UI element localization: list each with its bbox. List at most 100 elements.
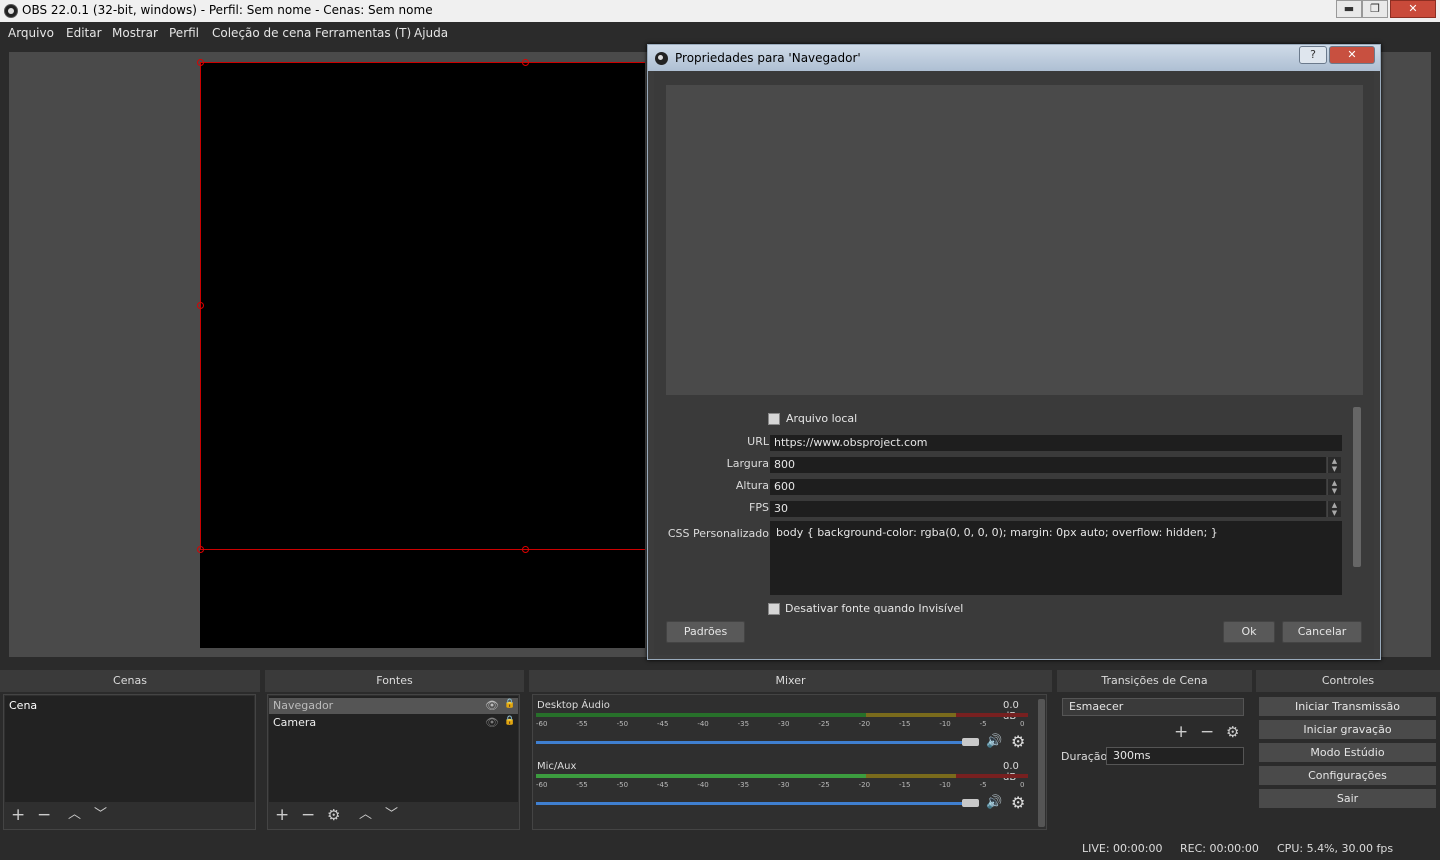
scale-tick-label: -15 — [899, 720, 911, 728]
start-streaming-button[interactable]: Iniciar Transmissão — [1259, 697, 1436, 716]
studio-mode-button[interactable]: Modo Estúdio — [1259, 743, 1436, 762]
remove-icon[interactable]: − — [1200, 724, 1214, 741]
menu-ajuda[interactable]: Ajuda — [414, 26, 448, 40]
sources-dock-title: Fontes — [265, 670, 524, 692]
menu-bar: Arquivo Editar Mostrar Perfil Coleção de… — [0, 22, 1440, 44]
speaker-icon[interactable]: 🔊 — [986, 734, 1002, 749]
eye-hidden-icon[interactable]: 👁 — [485, 716, 499, 729]
local-file-checkbox[interactable] — [768, 413, 780, 425]
eye-icon[interactable]: 👁 — [485, 699, 499, 712]
mixer-scrollbar[interactable] — [1038, 699, 1045, 827]
resize-handle[interactable] — [522, 59, 529, 66]
gear-icon[interactable]: ⚙ — [327, 807, 340, 823]
help-button[interactable]: ? — [1299, 46, 1327, 64]
move-up-icon[interactable]: ︿ — [359, 807, 372, 823]
maximize-button[interactable]: ❐ — [1362, 0, 1388, 18]
menu-ferramentas[interactable]: Ferramentas (T) — [315, 26, 411, 40]
scale-tick-label: -25 — [818, 781, 830, 789]
scale-tick-label: -50 — [616, 781, 629, 789]
cancel-button[interactable]: Cancelar — [1282, 621, 1362, 643]
track-name: Mic/Aux — [537, 761, 577, 772]
scale-tick-label: -50 — [616, 720, 629, 728]
sources-list: Navegador 👁 🔒 Camera 👁 🔒 — [269, 696, 518, 802]
scale-tick-label: -40 — [697, 720, 709, 728]
height-spinner[interactable]: ▲ ▼ — [1327, 479, 1341, 495]
list-item[interactable]: Navegador — [269, 698, 518, 714]
menu-perfil[interactable]: Perfil — [169, 26, 199, 40]
menu-arquivo[interactable]: Arquivo — [8, 26, 54, 40]
width-spinner[interactable]: ▲ ▼ — [1327, 457, 1341, 473]
settings-button[interactable]: Configurações — [1259, 766, 1436, 785]
url-field[interactable]: https://www.obsproject.com — [770, 435, 1342, 451]
speaker-icon[interactable]: 🔊 — [986, 795, 1002, 810]
live-status: LIVE: 00:00:00 — [1082, 842, 1163, 855]
menu-editar[interactable]: Editar — [66, 26, 102, 40]
scale-tick-label: 0 — [1020, 781, 1025, 789]
height-field[interactable]: 600 — [770, 479, 1326, 495]
shutdown-invisible-checkbox[interactable] — [768, 603, 780, 615]
volume-slider-knob[interactable] — [962, 738, 979, 746]
scale-tick-label: -30 — [778, 781, 790, 789]
remove-icon[interactable]: − — [37, 807, 51, 824]
width-field[interactable]: 800 — [770, 457, 1326, 473]
controls-dock-title: Controles — [1256, 670, 1440, 692]
fps-label: FPS — [749, 501, 769, 514]
obs-logo-icon — [4, 4, 18, 18]
mixer-dock-title: Mixer — [529, 670, 1052, 692]
scale-tick-label: -25 — [818, 720, 830, 728]
transitions-dock-title: Transições de Cena — [1057, 670, 1252, 692]
gear-icon[interactable]: ⚙ — [1226, 724, 1239, 740]
gear-icon[interactable]: ⚙ — [1011, 793, 1025, 812]
meter-scale: -60 -55 -50 -45 -40 -35 -30 -25 -20 -15 -10 -5 0 — [536, 720, 1028, 730]
resize-handle[interactable] — [522, 546, 529, 553]
custom-css-textarea[interactable]: body { background-color: rgba(0, 0, 0, 0… — [770, 521, 1342, 595]
ok-button[interactable]: Ok — [1223, 621, 1275, 643]
window-title: OBS 22.0.1 (32-bit, windows) - Perfil: S… — [22, 3, 433, 17]
duration-field[interactable]: 300ms — [1106, 747, 1244, 765]
volume-slider[interactable] — [536, 741, 966, 744]
scale-tick-label: -15 — [899, 781, 911, 789]
lock-icon[interactable]: 🔒 — [504, 716, 515, 726]
volume-slider-knob[interactable] — [962, 799, 979, 807]
defaults-button[interactable]: Padrões — [666, 621, 745, 643]
resize-handle[interactable] — [197, 546, 204, 553]
add-icon[interactable]: + — [11, 807, 25, 824]
gear-icon[interactable]: ⚙ — [1011, 732, 1025, 751]
source-selection-box[interactable] — [200, 62, 645, 550]
add-icon[interactable]: + — [1174, 724, 1188, 741]
menu-mostrar[interactable]: Mostrar — [112, 26, 158, 40]
move-up-icon[interactable]: ︿ — [68, 807, 81, 823]
track-level: 0.0 dB — [1003, 700, 1019, 722]
resize-handle[interactable] — [197, 302, 204, 309]
scenes-dock-title: Cenas — [0, 670, 260, 692]
close-button[interactable]: ✕ — [1390, 0, 1436, 18]
scale-tick-label: -30 — [778, 720, 790, 728]
start-recording-button[interactable]: Iniciar gravação — [1259, 720, 1436, 739]
scale-tick-label: -45 — [657, 781, 669, 789]
properties-dialog: Propriedades para 'Navegador' ? ✕ Arquiv… — [647, 44, 1381, 660]
scale-tick-label: -20 — [858, 720, 871, 728]
list-item[interactable]: Cena — [5, 698, 254, 714]
sources-dock: Navegador 👁 🔒 Camera 👁 🔒 + − ⚙ ︿ ﹀ — [267, 694, 520, 830]
properties-scrollbar[interactable] — [1353, 407, 1361, 567]
move-down-icon[interactable]: ﹀ — [385, 807, 398, 823]
remove-icon[interactable]: − — [301, 807, 315, 824]
move-down-icon[interactable]: ﹀ — [94, 807, 107, 823]
list-item[interactable]: Camera — [269, 715, 518, 731]
fps-spinner[interactable]: ▲ ▼ — [1327, 501, 1341, 517]
dialog-close-button[interactable]: ✕ — [1329, 46, 1375, 64]
rec-status: REC: 00:00:00 — [1180, 842, 1259, 855]
transition-select[interactable]: Esmaecer — [1062, 698, 1244, 716]
lock-icon[interactable]: 🔒 — [504, 699, 515, 709]
scale-tick-label: -55 — [576, 781, 588, 789]
exit-button[interactable]: Sair — [1259, 789, 1436, 808]
duration-label: Duração — [1061, 750, 1108, 763]
add-icon[interactable]: + — [275, 807, 289, 824]
menu-colecao-cena[interactable]: Coleção de cena — [212, 26, 311, 40]
track-name: Desktop Áudio — [537, 700, 610, 711]
dialog-titlebar: Propriedades para 'Navegador' ? ✕ — [648, 45, 1380, 71]
resize-handle[interactable] — [197, 59, 204, 66]
minimize-button[interactable]: ▬ — [1336, 0, 1362, 18]
fps-field[interactable]: 30 — [770, 501, 1326, 517]
volume-slider[interactable] — [536, 802, 966, 805]
